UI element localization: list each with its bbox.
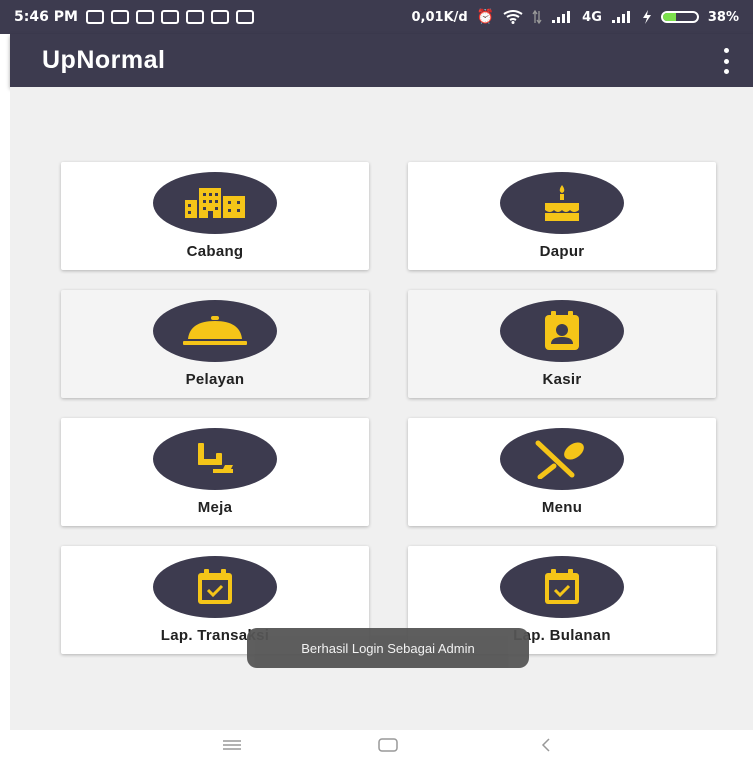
icon-circle	[153, 428, 277, 490]
whatsapp-icon	[85, 10, 104, 24]
menu-card-kasir[interactable]: Kasir	[408, 290, 716, 398]
instagram-icon	[135, 10, 154, 24]
status-bar: 5:46 PM 0,01K/d ⏰ 4G 38%	[0, 0, 753, 34]
notification-icons	[85, 10, 254, 24]
menu-card-label: Pelayan	[185, 371, 245, 388]
icon-circle	[500, 300, 624, 362]
icon-circle	[500, 428, 624, 490]
status-time: 5:46 PM	[14, 9, 78, 25]
toast-message: Berhasil Login Sebagai Admin	[247, 628, 529, 668]
network-type: 4G	[582, 9, 602, 25]
battery-percent: 38%	[707, 9, 739, 25]
icon-circle	[153, 172, 277, 234]
building-icon	[185, 188, 245, 218]
alarm-icon: ⏰	[476, 9, 495, 25]
google-icon	[185, 10, 204, 24]
battery-fill	[662, 13, 676, 21]
menu-card-label: Dapur	[539, 243, 585, 260]
menu-card-label: Cabang	[186, 243, 244, 260]
calendar-check-icon	[198, 569, 232, 604]
network-speed: 0,01K/d	[411, 9, 468, 25]
telegram-icon	[235, 10, 254, 24]
charging-icon	[642, 10, 651, 24]
message-icon	[210, 10, 229, 24]
battery-icon	[660, 11, 699, 23]
badge-icon	[545, 311, 579, 350]
menu-card-label: Menu	[541, 499, 583, 516]
signal-icon	[552, 11, 571, 23]
menu-card-cabang[interactable]: Cabang	[61, 162, 369, 270]
cloche-icon	[183, 316, 247, 345]
icon-circle	[153, 300, 277, 362]
chair-icon	[198, 443, 233, 473]
menu-card-menu[interactable]: Menu	[408, 418, 716, 526]
icon-circle	[500, 556, 624, 618]
icon-circle	[153, 556, 277, 618]
calendar-check-icon	[545, 569, 579, 604]
menu-card-pelayan[interactable]: Pelayan	[61, 290, 369, 398]
status-right: 0,01K/d ⏰ 4G 38%	[412, 9, 739, 25]
cake-icon	[545, 185, 579, 221]
signal-icon	[611, 11, 630, 23]
icon-circle	[500, 172, 624, 234]
fork-spoon-icon	[535, 440, 584, 479]
app-title: UpNormal	[42, 46, 166, 74]
system-nav-bar	[0, 730, 753, 760]
back-nav-icon[interactable]	[533, 735, 559, 755]
app-bar: UpNormal	[10, 34, 753, 87]
download-icon	[110, 10, 129, 24]
menu-card-dapur[interactable]: Dapur	[408, 162, 716, 270]
app-icon	[160, 10, 179, 24]
data-icon	[532, 10, 542, 24]
menu-card-label: Kasir	[542, 371, 582, 388]
home-nav-icon[interactable]	[375, 735, 401, 755]
menu-nav-icon[interactable]	[219, 735, 245, 755]
wifi-icon	[503, 10, 523, 24]
overflow-menu-icon[interactable]	[721, 48, 731, 74]
menu-card-label: Meja	[197, 499, 233, 516]
menu-card-meja[interactable]: Meja	[61, 418, 369, 526]
